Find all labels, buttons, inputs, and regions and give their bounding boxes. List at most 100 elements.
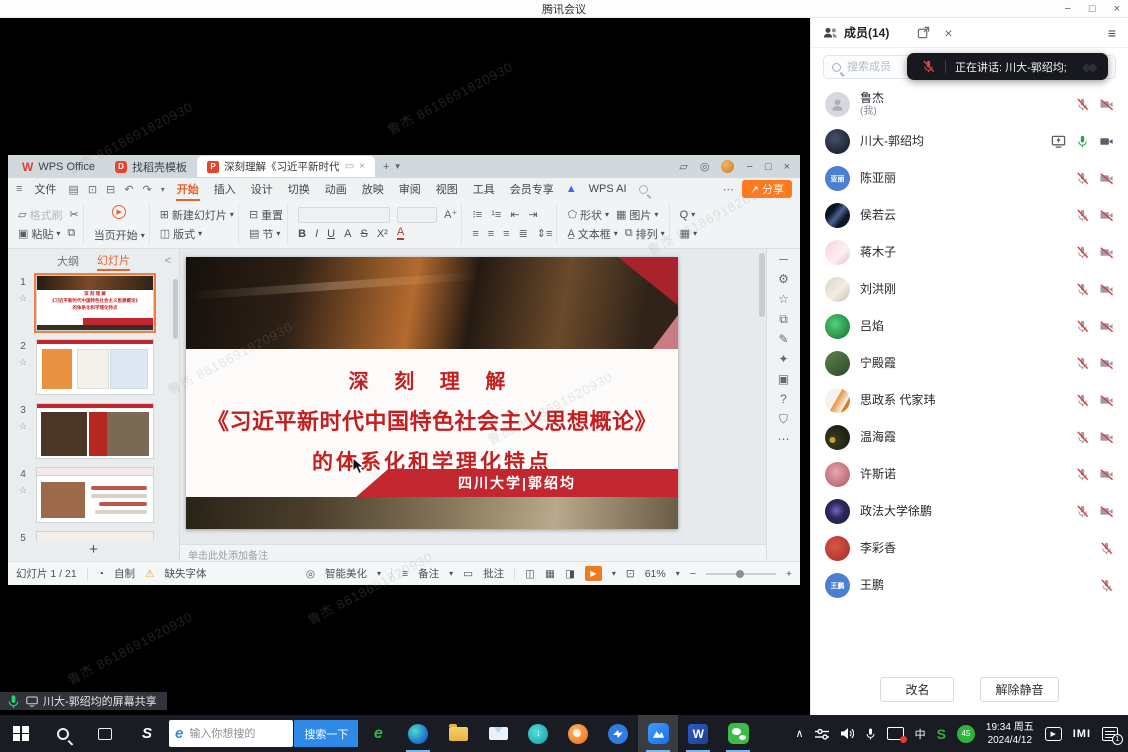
italic-button[interactable]: I (315, 228, 318, 240)
task-view-button[interactable] (84, 715, 126, 752)
section-button[interactable]: ▤节▾ (249, 226, 280, 242)
member-row[interactable]: 思政系 代家玮 (825, 382, 1114, 419)
taskbar-search-input[interactable] (189, 728, 293, 740)
tray-expand-icon[interactable]: ∧ (796, 727, 804, 740)
menu-transition[interactable]: 切换 (285, 181, 313, 197)
reading-view-icon[interactable]: ◨ (565, 568, 575, 580)
save-icon[interactable]: ▤ (68, 183, 78, 196)
mic-muted-icon[interactable] (1075, 504, 1090, 519)
sogou-browser-icon[interactable] (558, 715, 598, 752)
missing-font-label[interactable]: 缺失字体 (164, 566, 206, 581)
char-spacing-button[interactable]: A (344, 228, 351, 240)
find-replace-button[interactable]: Q▾ (680, 209, 696, 221)
thunder-bird-icon[interactable] (598, 715, 638, 752)
member-row[interactable]: 王鹏 王鹏 (825, 567, 1114, 604)
more-options-icon[interactable]: ⋯ (723, 183, 734, 196)
tencent-meeting-icon[interactable] (638, 715, 678, 752)
shapes-pane-icon[interactable]: ⧉ (779, 313, 788, 325)
menu-review[interactable]: 审阅 (396, 181, 424, 197)
updater-icon[interactable]: ↓ (518, 715, 558, 752)
menu-home[interactable]: 开始 (174, 181, 202, 197)
menu-file[interactable]: 文件 (31, 181, 59, 197)
zoom-in-icon[interactable]: + (786, 568, 792, 580)
camera-off-icon[interactable] (1099, 208, 1114, 223)
picture-button[interactable]: ▦图片▾ (616, 207, 658, 223)
mic-muted-icon[interactable] (1099, 578, 1114, 593)
slide-thumbnail-1[interactable]: 1☆ 深 刻 理 解 《习近平新时代中国特色社会主义思想概论》 的体系化和学理化… (10, 275, 171, 331)
mic-muted-icon[interactable] (1075, 97, 1090, 112)
slide-thumbnail-5[interactable]: 5 (10, 531, 171, 541)
wps-home-tab[interactable]: W WPS Office (12, 157, 105, 176)
close-icon[interactable]: × (1114, 3, 1120, 15)
minimize-icon[interactable]: − (1064, 3, 1070, 15)
add-slide-button[interactable]: + (8, 541, 179, 561)
camera-off-icon[interactable] (1099, 245, 1114, 260)
camera-off-icon[interactable] (1099, 319, 1114, 334)
wps-workspace-icon[interactable]: ▱ (679, 160, 687, 173)
mic-muted-icon[interactable] (1075, 171, 1090, 186)
word-icon[interactable]: W (678, 715, 718, 752)
textbox-button[interactable]: A̲文本框▾ (567, 226, 617, 242)
play-options-chevron-icon[interactable]: ▾ (612, 569, 616, 578)
align-left-icon[interactable]: ≡ (472, 228, 478, 240)
tab-close-icon[interactable]: × (359, 161, 365, 172)
screen-record-icon[interactable] (887, 727, 904, 740)
zoom-out-icon[interactable]: − (690, 568, 696, 580)
notes-toggle[interactable]: 备注 (418, 566, 439, 581)
video-player-tray-icon[interactable]: ▶ (1045, 727, 1062, 741)
collapse-panel-icon[interactable]: < (165, 255, 171, 267)
camera-off-icon[interactable] (1099, 97, 1114, 112)
font-size-combobox[interactable] (397, 207, 437, 223)
cut-icon[interactable]: ✂ (69, 208, 78, 221)
member-row[interactable]: 许斯诺 (825, 456, 1114, 493)
numbering-icon[interactable]: ¹≡ (491, 209, 501, 221)
member-row[interactable]: 川大-郭绍均 (825, 123, 1114, 160)
menu-design[interactable]: 设计 (248, 181, 276, 197)
wps-ai-entry[interactable]: WPS AI (586, 183, 630, 195)
wps-restore-icon[interactable]: □ (765, 161, 772, 173)
popout-panel-icon[interactable] (917, 26, 930, 39)
zoom-slider[interactable] (706, 573, 776, 575)
camera-off-icon[interactable] (1099, 393, 1114, 408)
wps-close-icon[interactable]: × (784, 161, 790, 173)
bold-button[interactable]: B (298, 228, 306, 240)
shapes-button[interactable]: ⬠形状▾ (567, 207, 609, 223)
slideshow-play-button[interactable]: ▶ (585, 566, 602, 581)
camera-off-icon[interactable] (1099, 171, 1114, 186)
member-row[interactable]: 政法大学徐鹏 (825, 493, 1114, 530)
mic-on-icon[interactable] (1075, 134, 1090, 149)
slide-sorter-icon[interactable]: ▦ (545, 568, 555, 580)
sharing-screen-icon[interactable] (1051, 134, 1066, 149)
taskbar-search-box[interactable]: e (169, 720, 293, 747)
slide-canvas[interactable]: 深 刻 理 解 《习近平新时代中国特色社会主义思想概论》 的体系化和学理化特点 … (180, 249, 766, 544)
play-from-current-button[interactable]: 当页开始▾ (94, 227, 145, 243)
menu-more-chevron-icon[interactable]: ▾ (161, 185, 165, 194)
member-row[interactable]: 侯若云 (825, 197, 1114, 234)
mic-muted-icon[interactable] (1099, 541, 1114, 556)
unmute-button[interactable]: 解除静音 (980, 677, 1058, 702)
notes-bar[interactable]: 单击此处添加备注 (180, 544, 766, 561)
camera-off-icon[interactable] (1099, 430, 1114, 445)
slides-tab[interactable]: 幻灯片 (97, 252, 130, 271)
superscript-button[interactable]: X² (377, 228, 388, 240)
member-row[interactable]: 吕焰 (825, 308, 1114, 345)
bullets-icon[interactable]: ⁝≡ (472, 208, 482, 221)
mic-muted-icon[interactable] (1075, 208, 1090, 223)
volume-icon[interactable] (840, 727, 854, 740)
member-row[interactable]: 温海霞 (825, 419, 1114, 456)
zoom-level[interactable]: 61% (645, 568, 666, 580)
smart-beautify-icon[interactable]: ✦ (778, 353, 788, 365)
copy-icon[interactable]: ⧉ (67, 227, 75, 240)
slide-1[interactable]: 深 刻 理 解 《习近平新时代中国特色社会主义思想概论》 的体系化和学理化特点 … (186, 257, 678, 529)
member-row[interactable]: 蒋木子 (825, 234, 1114, 271)
battery-manager-icon[interactable]: 45 (957, 725, 975, 743)
search-go-button[interactable]: 搜索一下 (294, 720, 358, 747)
menu-tools[interactable]: 工具 (470, 181, 498, 197)
tray-mic-icon[interactable] (865, 727, 876, 741)
new-slide-button[interactable]: ⊞新建幻灯片▾ (160, 207, 234, 223)
tab-list-chevron-icon[interactable]: ▾ (395, 161, 400, 172)
print-preview-icon[interactable]: ⊟ (106, 183, 115, 196)
increase-indent-icon[interactable]: ⇥ (529, 208, 538, 221)
panel-menu-icon[interactable]: ≡ (1108, 25, 1116, 41)
ime-indicator[interactable]: 中 (915, 726, 926, 742)
